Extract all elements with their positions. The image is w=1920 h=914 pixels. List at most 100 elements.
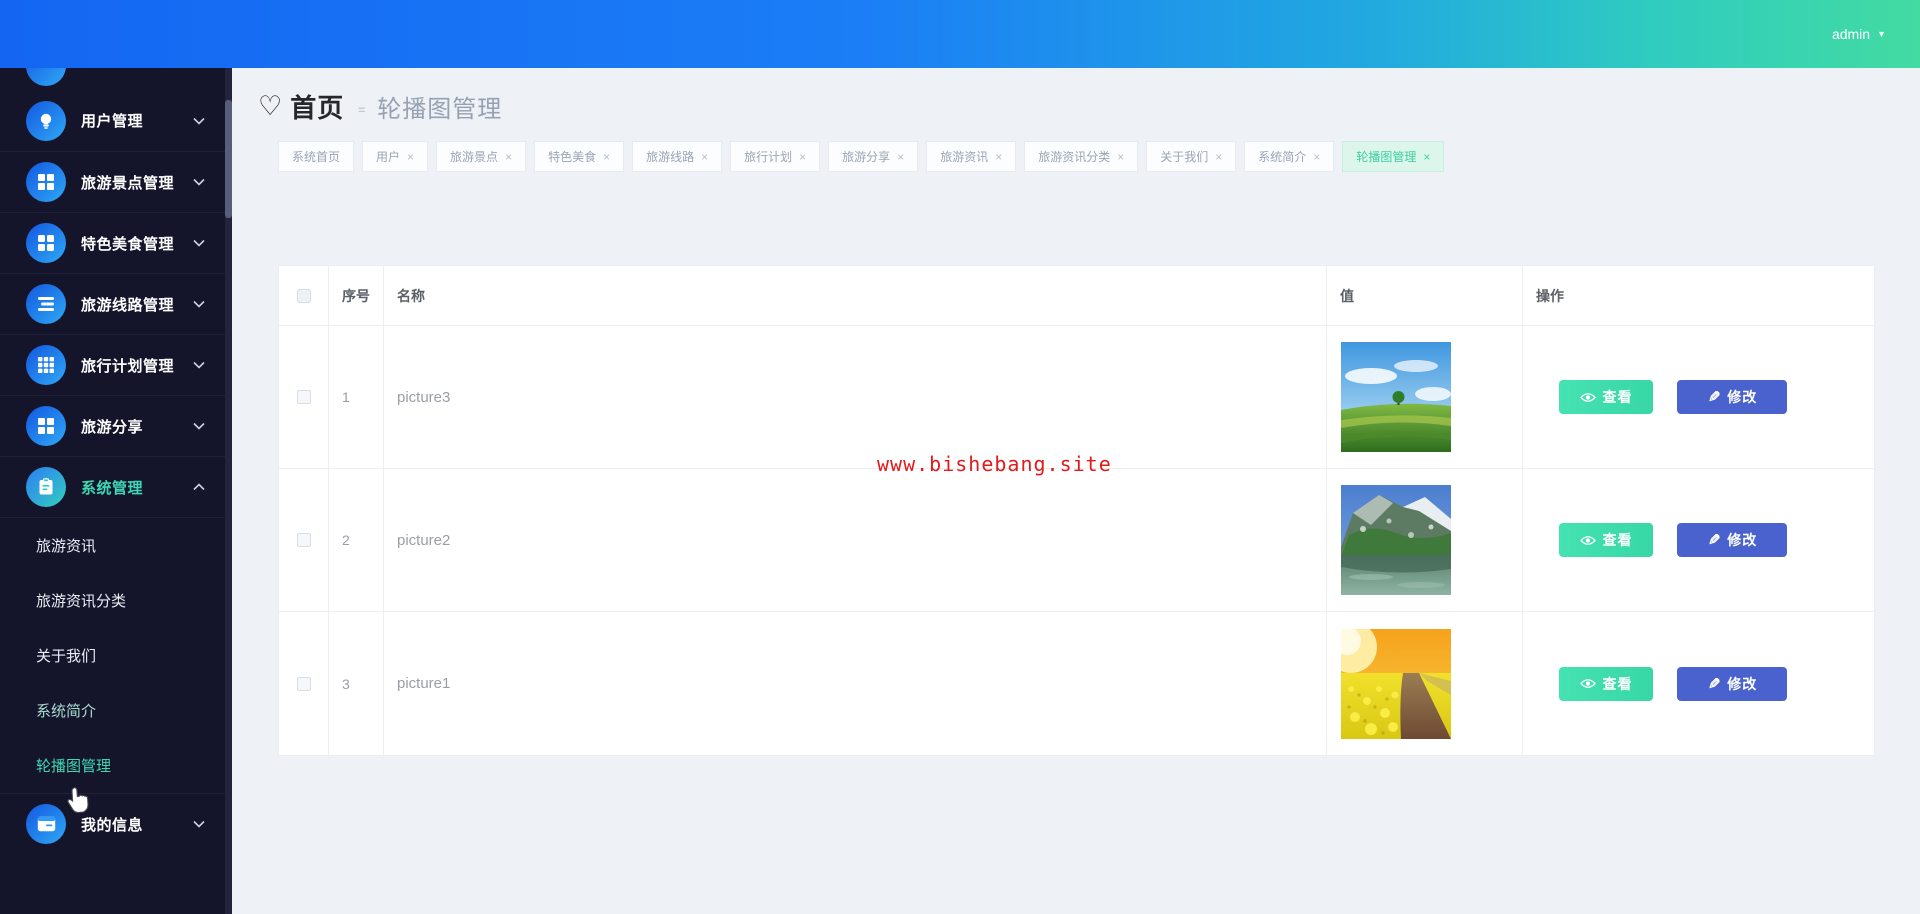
chevron-down-icon	[193, 239, 205, 247]
close-icon[interactable]: ×	[1423, 150, 1430, 164]
sidebar-item-my-info[interactable]: 我的信息	[0, 793, 225, 854]
sidebar-item-label: 旅游景点管理	[81, 174, 175, 192]
eye-icon	[1579, 535, 1596, 545]
lightbulb-icon	[26, 100, 66, 141]
grid-icon	[26, 223, 66, 263]
main-content: ♡ 首页 = 轮播图管理 系统首页 用户 × 旅游景点 × 特色美食 × 旅游线路 × …	[232, 68, 1920, 914]
submenu-item-news-category[interactable]: 旅游资讯分类	[0, 573, 225, 628]
close-icon[interactable]: ×	[897, 150, 904, 164]
close-icon[interactable]: ×	[1313, 150, 1320, 164]
username-label: admin	[1831, 26, 1871, 42]
sidebar-item-user-mgmt[interactable]: 用户管理	[0, 90, 225, 151]
close-icon[interactable]: ×	[701, 150, 708, 164]
carousel-table: 序号 名称 值 操作 1 picture3 查看 ✎ 修改 2 picture2…	[278, 265, 1875, 756]
tag-news[interactable]: 旅游资讯 ×	[926, 141, 1017, 172]
sidebar-item-label: 用户管理	[81, 113, 144, 130]
breadcrumb-home[interactable]: 首页	[290, 88, 344, 125]
row-index: 2	[329, 469, 384, 611]
sidebar-item-label: 特色美食管理	[81, 235, 175, 253]
chevron-down-icon	[193, 361, 205, 369]
tag-carousel-mgmt[interactable]: 轮播图管理 ×	[1342, 141, 1445, 172]
top-header-bar: admin ▼	[0, 0, 1920, 68]
close-icon[interactable]: ×	[1215, 150, 1222, 164]
heart-icon: ♡	[258, 91, 283, 121]
tag-about[interactable]: 关于我们 ×	[1146, 141, 1237, 172]
submenu-item-news[interactable]: 旅游资讯	[0, 518, 225, 573]
tag-food[interactable]: 特色美食 ×	[534, 141, 625, 172]
tag-home[interactable]: 系统首页	[278, 141, 355, 172]
row-name: picture1	[384, 612, 1327, 755]
column-header-name: 名称	[384, 266, 1327, 325]
grid-icon	[26, 162, 66, 202]
sidebar-item-label: 我的信息	[81, 816, 144, 834]
sidebar-item-label: 系统管理	[81, 479, 144, 497]
tag-system-intro[interactable]: 系统简介 ×	[1244, 141, 1335, 172]
grid-icon	[26, 406, 66, 446]
list-icon	[26, 284, 66, 324]
submenu-item-system-intro[interactable]: 系统简介	[0, 683, 225, 738]
row-name: picture2	[384, 469, 1327, 611]
close-icon[interactable]: ×	[505, 150, 512, 164]
close-icon[interactable]: ×	[407, 150, 414, 164]
sidebar-item-plan-mgmt[interactable]: 旅行计划管理	[0, 334, 225, 395]
row-checkbox[interactable]	[296, 533, 311, 547]
select-all-checkbox[interactable]	[296, 288, 311, 303]
column-header-index: 序号	[329, 266, 384, 325]
edit-button[interactable]: ✎ 修改	[1677, 666, 1787, 701]
view-button[interactable]: 查看	[1559, 380, 1653, 414]
tag-share[interactable]: 旅游分享 ×	[828, 141, 919, 172]
eye-icon	[1579, 679, 1596, 688]
tag-news-category[interactable]: 旅游资讯分类 ×	[1024, 141, 1139, 172]
table-row: 1 picture3 查看 ✎ 修改	[279, 326, 1874, 469]
sidebar-item-scenic-mgmt[interactable]: 旅游景点管理	[0, 151, 225, 212]
sidebar-item-label: 旅游分享	[81, 418, 144, 436]
page-title: 轮播图管理	[377, 96, 503, 123]
sidebar-item-food-mgmt[interactable]: 特色美食管理	[0, 212, 225, 273]
clipboard-icon	[26, 467, 66, 507]
sidebar-item-share[interactable]: 旅游分享	[0, 395, 225, 456]
row-index: 1	[329, 326, 384, 468]
view-button[interactable]: 查看	[1559, 523, 1653, 557]
rapeseed-field-photo	[1341, 628, 1451, 739]
submenu-item-carousel-mgmt[interactable]: 轮播图管理	[0, 738, 225, 793]
chevron-down-icon	[193, 422, 205, 430]
tag-user[interactable]: 用户 ×	[362, 141, 429, 172]
column-header-actions: 操作	[1536, 287, 1564, 304]
close-icon[interactable]: ×	[799, 150, 806, 164]
table-row: 3 picture1 查看 ✎ 修改	[279, 612, 1874, 755]
sidebar-scrollbar-thumb[interactable]	[225, 100, 232, 218]
user-dropdown[interactable]: admin ▼	[1832, 26, 1886, 42]
close-icon[interactable]: ×	[603, 150, 610, 164]
table-header-row: 序号 名称 值 操作	[279, 266, 1874, 326]
tag-scenic[interactable]: 旅游景点 ×	[436, 141, 527, 172]
column-header-value: 值	[1327, 266, 1523, 325]
edit-button[interactable]: ✎ 修改	[1677, 380, 1787, 414]
sidebar-nav: 用户管理 旅游景点管理 特色美食管理 旅游线路管理 旅行计划管理 旅游分享 系统…	[0, 0, 232, 914]
eye-icon	[1579, 392, 1596, 402]
submenu-item-about-us[interactable]: 关于我们	[0, 628, 225, 683]
view-button[interactable]: 查看	[1559, 666, 1653, 701]
edit-button[interactable]: ✎ 修改	[1677, 523, 1787, 557]
tag-route[interactable]: 旅游线路 ×	[632, 141, 723, 172]
row-name: picture3	[384, 326, 1327, 468]
pencil-icon: ✎	[1706, 532, 1721, 549]
row-checkbox[interactable]	[296, 390, 311, 404]
sidebar-item-system-mgmt[interactable]: 系统管理	[0, 456, 225, 517]
window-icon	[26, 804, 66, 844]
row-index: 3	[329, 612, 384, 755]
row-checkbox[interactable]	[296, 676, 311, 691]
sidebar-item-route-mgmt[interactable]: 旅游线路管理	[0, 273, 225, 334]
breadcrumb-separator: =	[358, 102, 366, 117]
close-icon[interactable]: ×	[1117, 150, 1124, 164]
site-watermark: www.bishebang.site	[877, 452, 1112, 476]
meadow-tree-photo	[1341, 342, 1451, 452]
tag-plan[interactable]: 旅行计划 ×	[730, 141, 821, 172]
chevron-down-icon	[193, 300, 205, 308]
chevron-down-icon	[193, 178, 205, 186]
sidebar-item-label: 旅行计划管理	[81, 357, 175, 375]
close-icon[interactable]: ×	[995, 150, 1002, 164]
table-row: 2 picture2 查看 ✎ 修改	[279, 469, 1874, 612]
mountain-lake-photo	[1341, 485, 1451, 595]
chevron-up-icon	[193, 483, 205, 491]
system-mgmt-submenu: 旅游资讯 旅游资讯分类 关于我们 系统简介 轮播图管理	[0, 517, 225, 793]
